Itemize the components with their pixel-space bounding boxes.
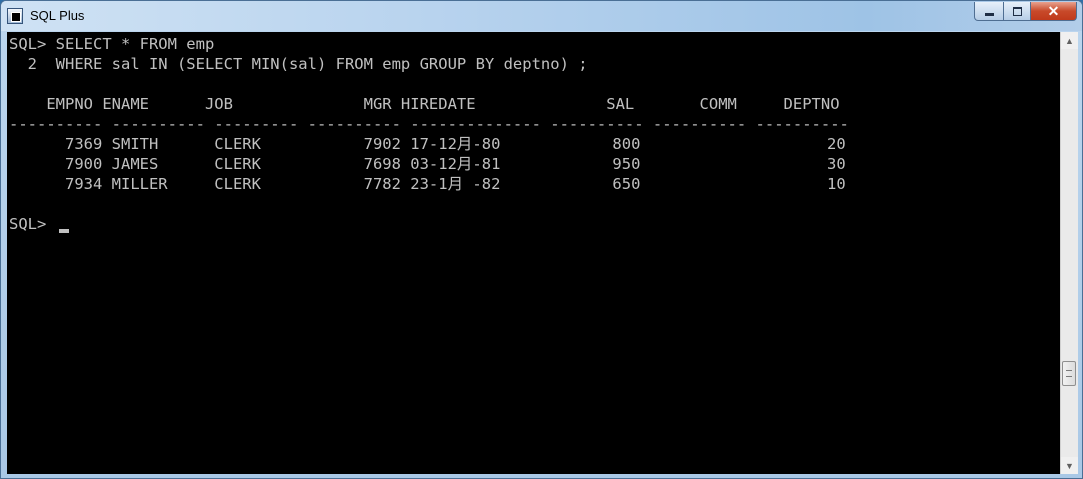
close-icon: ✕ [1047,2,1060,19]
sqlplus-app-icon[interactable] [7,8,23,24]
table-row: 7934 MILLER CLERK 7782 23-1月 -82 650 10 [9,175,846,193]
scroll-down-button[interactable]: ▼ [1061,457,1078,474]
title-bar[interactable]: SQL Plus ✕ [1,1,1082,31]
table-row: 7900 JAMES CLERK 7698 03-12月-81 950 30 [9,155,846,173]
result-header: EMPNO ENAME JOB MGR HIREDATE SAL COMM DE… [9,95,840,113]
window-title: SQL Plus [30,8,85,23]
chevron-down-icon: ▼ [1065,460,1074,471]
table-row: 7369 SMITH CLERK 7902 17-12月-80 800 20 [9,135,846,153]
sql-command-line: SQL> SELECT * FROM emp [9,35,215,53]
console-output[interactable]: SQL> SELECT * FROM emp 2 WHERE sal IN (S… [7,32,1060,474]
sql-continuation-line: 2 WHERE sal IN (SELECT MIN(sal) FROM emp… [9,55,588,73]
close-button[interactable]: ✕ [1030,2,1077,21]
scroll-up-button[interactable]: ▲ [1061,32,1078,49]
console-area[interactable]: SQL> SELECT * FROM emp 2 WHERE sal IN (S… [7,32,1078,474]
text-cursor [59,229,69,233]
maximize-button[interactable] [1003,2,1031,21]
minimize-button[interactable] [974,2,1004,21]
vertical-scrollbar[interactable]: ▲ ▼ [1060,32,1078,474]
minimize-icon [984,12,994,16]
sqlplus-window: SQL Plus ✕ SQL> SELECT * FROM emp 2 WHER… [0,0,1083,479]
sql-prompt: SQL> [9,215,56,233]
maximize-icon [1012,6,1022,16]
result-separator: ---------- ---------- --------- --------… [9,115,849,133]
chevron-up-icon: ▲ [1065,35,1074,46]
scroll-thumb[interactable] [1062,361,1076,386]
